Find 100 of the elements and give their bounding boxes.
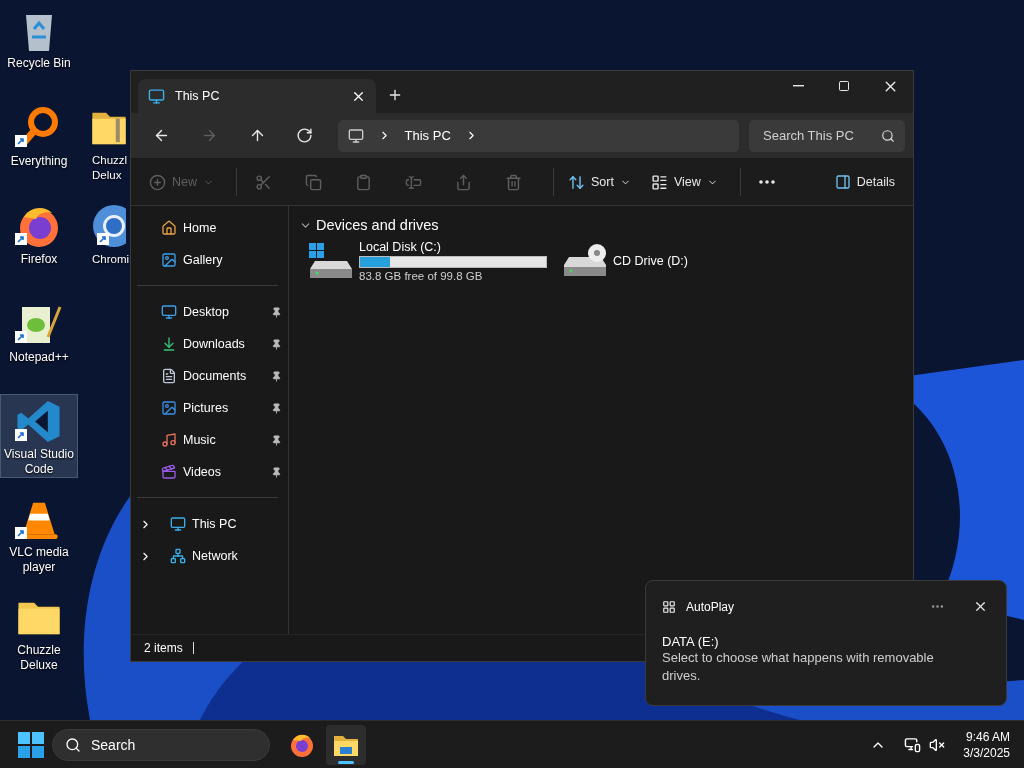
network-icon[interactable] — [904, 736, 922, 753]
computer-icon — [347, 127, 364, 144]
desktop-icon-label: Chuzzl Delux — [92, 153, 129, 183]
desktop-icon[interactable]: VLC media player — [0, 492, 78, 576]
drive-label: Local Disk (C:) — [359, 240, 442, 254]
delete-icon — [504, 173, 522, 191]
taskbar-search[interactable]: Search — [52, 728, 270, 761]
sidebar-item[interactable]: Home — [131, 212, 288, 244]
computer-icon — [148, 87, 165, 105]
shortcut-arrow-icon — [15, 527, 27, 539]
tab-label: This PC — [175, 89, 221, 103]
maximize-icon — [838, 80, 850, 92]
desktop-icon[interactable]: Chuzzl Delux — [78, 100, 130, 184]
pin-icon — [271, 306, 282, 318]
desktop-icon[interactable]: Everything — [0, 100, 78, 184]
autoplay-icon — [662, 599, 676, 614]
notification-message: Select to choose what happens with removable drives. — [662, 649, 935, 685]
sidebar-label: Desktop — [183, 305, 230, 319]
sidebar-item[interactable]: Pictures — [131, 392, 288, 424]
video-icon — [161, 464, 177, 480]
sidebar-label: Music — [183, 433, 217, 447]
search-field[interactable]: Search This PC — [749, 119, 905, 152]
sidebar-label: Home — [183, 221, 218, 235]
drive-item[interactable]: CD Drive (D:) — [563, 240, 733, 282]
pin-icon — [271, 402, 282, 414]
sidebar-label: Gallery — [183, 253, 224, 267]
desktop-icon-label: Chromi — [92, 252, 129, 267]
section-title: Devices and drives — [316, 217, 439, 233]
date-text: 3/3/2025 — [963, 744, 1010, 761]
sidebar-item[interactable]: Gallery — [131, 244, 288, 276]
desktop-icon[interactable]: Firefox — [0, 198, 78, 282]
network-icon — [170, 548, 186, 564]
sidebar-item[interactable]: Desktop — [131, 296, 288, 328]
notification-title: DATA (E:) — [662, 634, 720, 649]
pin-icon — [271, 370, 282, 382]
desktop-icon[interactable]: Recycle Bin — [0, 2, 78, 86]
volume-muted-icon[interactable] — [929, 736, 946, 753]
panel-icon — [834, 174, 851, 190]
section-header[interactable]: Devices and drives — [299, 214, 903, 236]
desktop-icon-label: Chuzzle Deluxe — [16, 643, 62, 673]
search-label: Search — [91, 736, 136, 753]
time-text: 9:46 AM — [965, 728, 1010, 745]
breadcrumb[interactable]: This PC — [404, 128, 451, 143]
pin-icon — [271, 466, 282, 478]
sidebar-item[interactable]: This PC — [131, 508, 288, 540]
sidebar-label: Videos — [183, 465, 222, 479]
taskbar-app[interactable] — [326, 724, 366, 765]
download-icon — [161, 336, 177, 352]
share-icon — [454, 173, 472, 191]
drive-item[interactable]: Local Disk (C:) 83.8 GB free of 99.8 GB — [309, 240, 549, 282]
desktop-icon[interactable]: Chuzzle Deluxe — [0, 590, 78, 674]
address-bar[interactable]: This PC — [337, 119, 739, 152]
shortcut-arrow-icon — [15, 135, 27, 147]
desktop-icon[interactable]: Visual Studio Code — [0, 394, 78, 478]
plus-icon — [387, 87, 403, 103]
shortcut-arrow-icon — [97, 233, 109, 245]
clock[interactable]: 9:46 AM 3/3/2025 — [963, 728, 1010, 761]
shortcut-arrow-icon — [15, 233, 27, 245]
sort-button[interactable]: Sort — [562, 166, 637, 198]
desktop-icon-label: Notepad++ — [8, 350, 70, 365]
cut-icon — [254, 173, 272, 191]
sidebar-item[interactable]: Documents — [131, 360, 288, 392]
new-icon — [149, 173, 166, 191]
pin-icon — [271, 338, 282, 350]
gallery-icon — [161, 252, 177, 268]
search-icon — [65, 736, 81, 753]
sidebar-label: Network — [192, 549, 239, 563]
desktop-icon[interactable]: Notepad++ — [0, 296, 78, 380]
sidebar-item[interactable]: Videos — [131, 456, 288, 488]
search-icon — [881, 128, 895, 143]
desktop-icon-label: Recycle Bin — [6, 56, 72, 71]
sort-icon — [568, 173, 585, 191]
sidebar-item[interactable]: Downloads — [131, 328, 288, 360]
sidebar-label: Documents — [183, 369, 248, 383]
music-icon — [161, 432, 177, 448]
sidebar-item[interactable]: Music — [131, 424, 288, 456]
shortcut-arrow-icon — [15, 429, 27, 441]
view-icon — [650, 173, 668, 191]
view-button[interactable]: View — [644, 166, 724, 198]
shortcut-arrow-icon — [15, 331, 27, 343]
code-editor-icon — [16, 399, 62, 444]
sidebar-label: Downloads — [183, 337, 246, 351]
tab[interactable]: This PC — [138, 79, 376, 113]
notification[interactable]: AutoPlay DATA (E:) Select to choose what happens with removable drives. — [645, 580, 1007, 706]
more-icon — [758, 180, 775, 184]
rename-icon — [404, 173, 422, 191]
pin-icon — [271, 434, 282, 446]
start-button[interactable] — [18, 731, 44, 758]
minimize-icon — [792, 85, 804, 87]
notification-app: AutoPlay — [686, 599, 736, 614]
picture-icon — [161, 400, 177, 416]
desktop-icon — [161, 304, 177, 320]
home-icon — [161, 220, 177, 236]
item-count: 2 items — [144, 641, 183, 655]
computer-icon — [170, 516, 186, 532]
sidebar-item[interactable]: Network — [131, 540, 288, 572]
details-button[interactable]: Details — [826, 166, 903, 198]
sidebar-label: This PC — [192, 517, 238, 531]
copy-icon — [304, 173, 322, 191]
close-icon — [973, 599, 988, 614]
